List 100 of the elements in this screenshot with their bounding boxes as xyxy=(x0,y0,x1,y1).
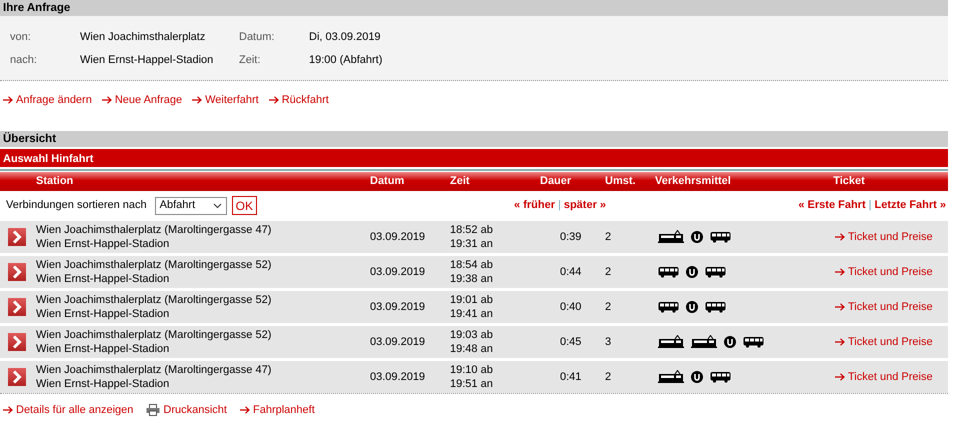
column-header: Station xyxy=(36,174,74,188)
column-header: Ticket xyxy=(832,174,866,188)
link[interactable]: Ticket und Preise xyxy=(835,334,933,348)
link[interactable]: Ticket und Preise xyxy=(835,300,933,314)
tram-icon xyxy=(658,230,684,243)
station-name: Wien Ernst-Happel-Stadion xyxy=(36,306,170,320)
link[interactable]: Fahrplanheft xyxy=(240,402,315,418)
station-name: Wien Ernst-Happel-Stadion xyxy=(36,376,170,390)
column-header: Zeit xyxy=(450,174,471,188)
arrow-icon xyxy=(835,338,845,346)
expand-button[interactable] xyxy=(8,298,26,316)
duration-cell-text: 0:39 xyxy=(559,230,582,244)
link[interactable]: Ticket und Preise xyxy=(835,230,933,244)
sort-label: Verbindungen sortieren nach xyxy=(6,198,147,214)
duration-cell-text: 0:44 xyxy=(559,264,582,278)
field-value: 19:00 (Abfahrt) xyxy=(309,52,384,68)
separator: | xyxy=(868,198,872,214)
changes-cell-text: 2 xyxy=(605,300,612,314)
link[interactable]: Weiterfahrt xyxy=(192,92,259,108)
station-name: Wien Ernst-Happel-Stadion xyxy=(36,272,170,286)
arrow-icon xyxy=(3,96,13,104)
arrival-time: 19:41 an xyxy=(450,306,494,320)
pager-link[interactable]: « Erste Fahrt xyxy=(798,197,866,214)
column-header: Datum xyxy=(370,174,406,188)
station-name: Wien Joachimsthalerplatz (Maroltingergasse 52) xyxy=(36,292,272,306)
departure-time: 19:01 ab xyxy=(450,292,494,306)
station-name: Wien Ernst-Happel-Stadion xyxy=(36,342,170,356)
field-label: Datum: xyxy=(239,30,276,45)
station-name: Wien Joachimsthalerplatz (Maroltingergasse 47) xyxy=(36,362,272,376)
link[interactable]: Ticket und Preise xyxy=(835,370,933,384)
station-name: Wien Joachimsthalerplatz (Maroltingergasse 47) xyxy=(36,222,272,236)
bus-icon xyxy=(705,266,726,278)
arrow-icon xyxy=(102,96,112,104)
station-name: Wien Ernst-Happel-Stadion xyxy=(36,236,170,250)
expand-button[interactable] xyxy=(8,228,26,246)
tram-icon xyxy=(658,370,684,383)
date-cell-text: 03.09.2019 xyxy=(370,334,426,348)
subway-icon xyxy=(724,336,736,348)
duration-cell-text: 0:41 xyxy=(559,370,582,384)
expand-button[interactable] xyxy=(8,368,26,386)
bus-icon xyxy=(658,300,679,312)
date-cell-text: 03.09.2019 xyxy=(370,370,426,384)
arrow-icon xyxy=(835,302,845,310)
pager-link[interactable]: « früher xyxy=(514,197,555,214)
bus-icon xyxy=(743,336,764,348)
pager-link[interactable]: Letzte Fahrt » xyxy=(874,197,946,214)
arrival-time: 19:48 an xyxy=(450,342,494,356)
duration-cell-text: 0:45 xyxy=(559,334,582,348)
tram-icon xyxy=(691,335,717,348)
subway-icon xyxy=(691,230,703,242)
departure-time: 19:10 ab xyxy=(450,362,494,376)
arrow-icon xyxy=(835,268,845,276)
tram-icon xyxy=(658,335,684,348)
field-value: Di, 03.09.2019 xyxy=(309,30,382,45)
link[interactable]: Rückfahrt xyxy=(268,92,329,108)
field-value: Wien Ernst-Happel-Stadion xyxy=(80,52,214,68)
bus-icon xyxy=(705,300,726,312)
subway-icon xyxy=(686,266,698,278)
arrow-icon xyxy=(268,96,279,104)
printer-icon xyxy=(146,404,160,416)
departure-time: 18:52 ab xyxy=(450,222,494,236)
caret-icon xyxy=(212,202,222,208)
field-label: Zeit: xyxy=(239,52,262,68)
link[interactable]: Neue Anfrage xyxy=(102,92,182,108)
field-label: nach: xyxy=(10,52,38,68)
column-header: Dauer xyxy=(540,174,572,188)
arrow-icon xyxy=(3,406,13,414)
link[interactable]: Ticket und Preise xyxy=(835,264,933,278)
arrival-time: 19:38 an xyxy=(450,272,494,286)
arrow-icon xyxy=(240,406,250,414)
arrow-icon xyxy=(835,232,845,240)
link[interactable]: Druckansicht xyxy=(146,402,227,418)
link[interactable]: Details für alle anzeigen xyxy=(3,402,134,418)
date-cell-text: 03.09.2019 xyxy=(370,230,426,244)
arrow-icon xyxy=(192,96,202,104)
departure-time: 19:03 ab xyxy=(450,328,494,342)
ok-button[interactable]: OK xyxy=(232,196,258,215)
bus-icon xyxy=(710,230,731,242)
expand-button[interactable] xyxy=(8,332,26,350)
departure-time: 18:54 ab xyxy=(450,258,494,272)
sort-dropdown[interactable]: Abfahrt xyxy=(154,196,227,214)
field-value: Wien Joachimsthalerplatz xyxy=(80,30,206,45)
separator: | xyxy=(558,198,561,214)
subway-icon xyxy=(686,300,698,312)
station-name: Wien Joachimsthalerplatz (Maroltingergasse 52) xyxy=(36,328,272,342)
column-header: Umst. xyxy=(605,174,637,188)
pager-link[interactable]: später » xyxy=(564,197,606,214)
changes-cell-text: 2 xyxy=(605,264,612,278)
field-label: von: xyxy=(10,30,32,45)
bus-icon xyxy=(710,370,731,382)
section-header: Ihre Anfrage xyxy=(0,0,948,16)
section-header: Übersicht xyxy=(0,130,948,146)
date-cell-text: 03.09.2019 xyxy=(370,300,426,314)
expand-button[interactable] xyxy=(8,262,26,280)
changes-cell-text: 2 xyxy=(605,230,612,244)
changes-cell-text: 2 xyxy=(605,370,612,384)
duration-cell-text: 0:40 xyxy=(559,300,582,314)
station-name: Wien Joachimsthalerplatz (Maroltingergasse 52) xyxy=(36,258,272,272)
link[interactable]: Anfrage ändern xyxy=(3,92,92,108)
subway-icon xyxy=(691,370,703,382)
